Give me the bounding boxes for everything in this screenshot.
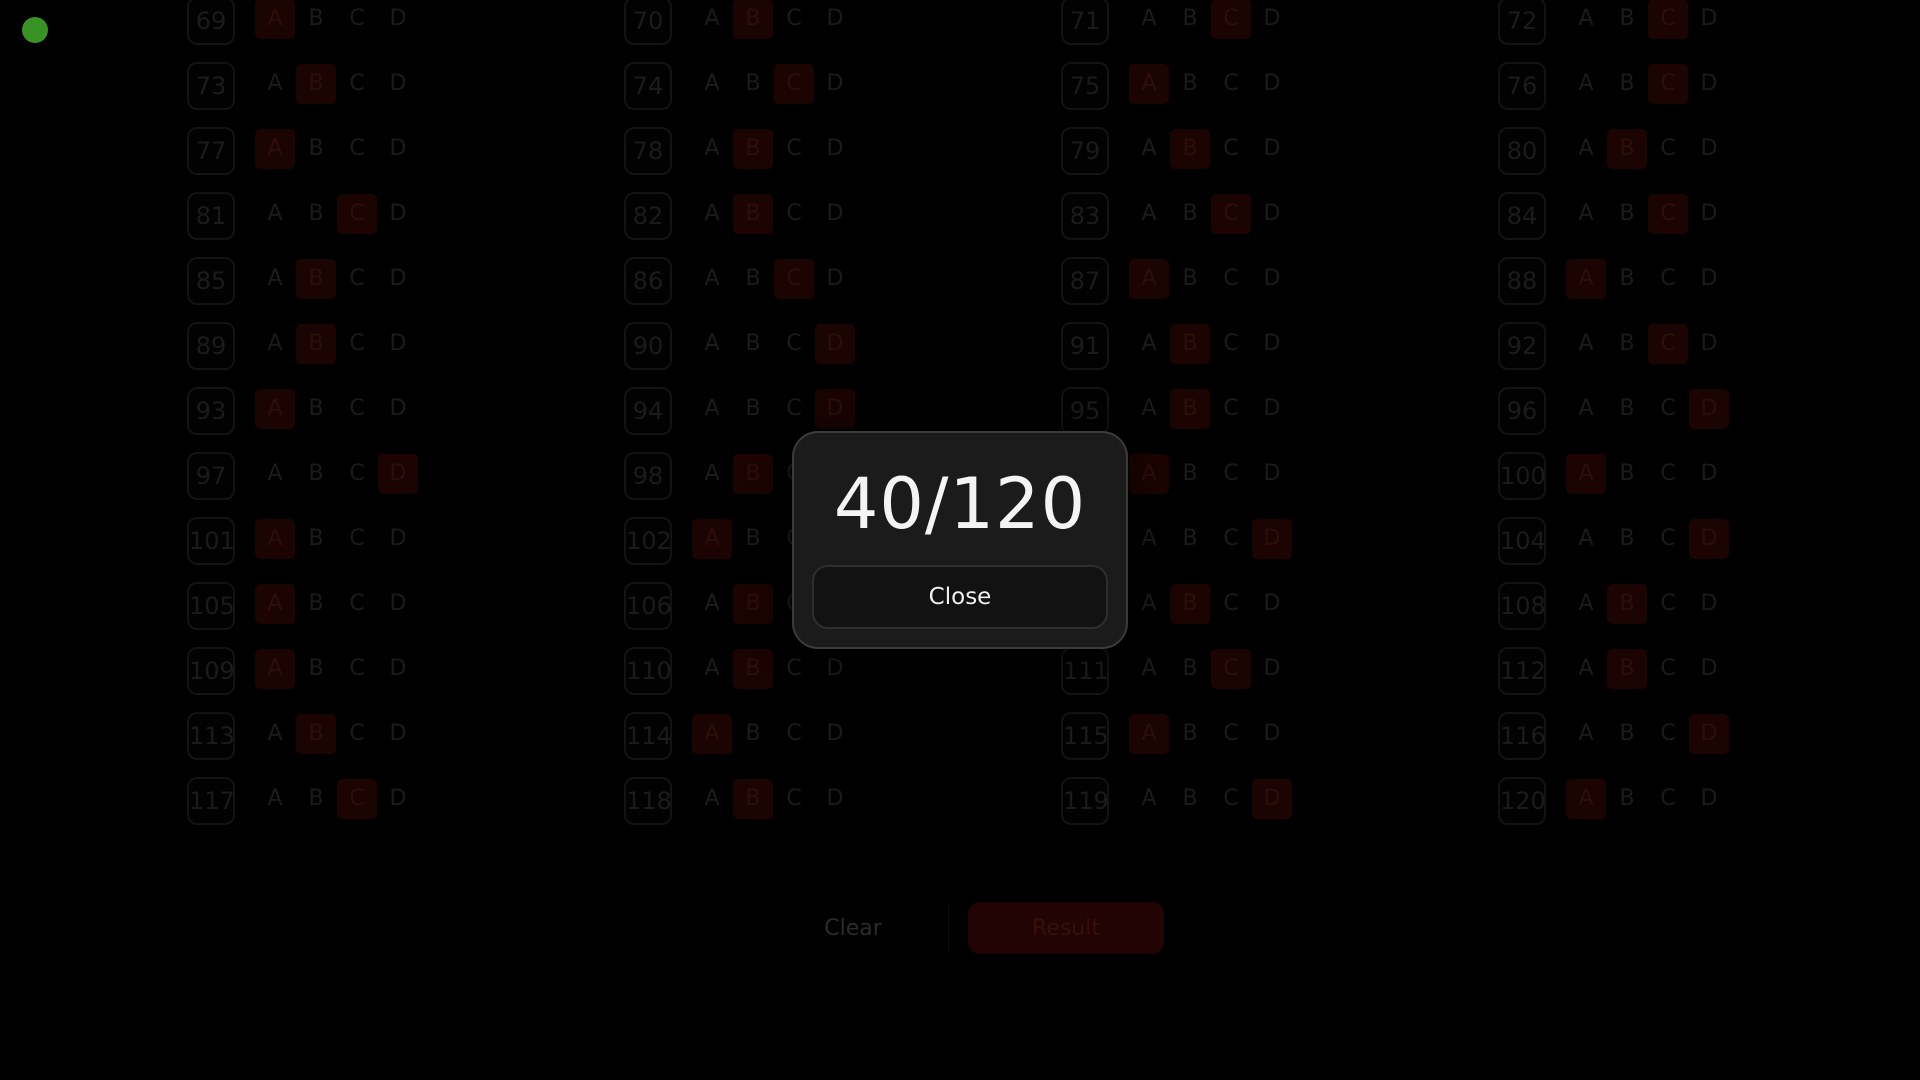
close-button[interactable]: Close <box>812 565 1108 629</box>
answer-sheet-app: 69 A B C D 70 A B C D 71 A B C D 72 A B C D 73 A B C D 74 A B C D 75 A B… <box>0 0 1920 1080</box>
score-text: 40/120 <box>833 463 1087 545</box>
score-dialog: 40/120 Close <box>792 431 1128 649</box>
